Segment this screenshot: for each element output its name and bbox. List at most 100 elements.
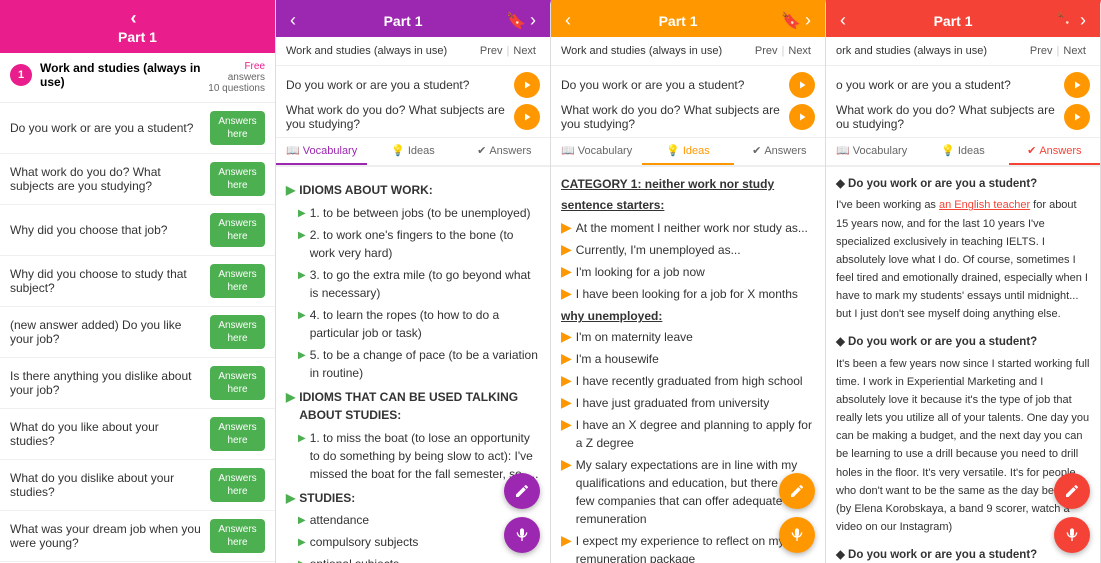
question-text: Is there anything you dislike about your… xyxy=(10,369,210,397)
panel4-mic-fab[interactable] xyxy=(1054,517,1090,553)
panel3-nav: Work and studies (always in use) Prev | … xyxy=(551,37,825,66)
panel3-q1-play[interactable] xyxy=(789,72,815,98)
panel2-content-area: ▶IDIOMS ABOUT WORK: ▶1. to be between job… xyxy=(276,167,550,563)
panel3-prev-btn[interactable]: Prev xyxy=(751,43,782,59)
panel2-mic-fab[interactable] xyxy=(504,517,540,553)
list-item: Why did you choose that job?Answers here xyxy=(0,205,275,256)
panel2-header: ‹ Part 1 🔖 › xyxy=(276,4,550,37)
ideas-category: CATEGORY 1: neither work nor study xyxy=(561,175,815,194)
panel3-fwd-icon[interactable]: › xyxy=(801,10,815,31)
answers-button[interactable]: Answers here xyxy=(210,213,265,247)
vocab-section-title: ▶IDIOMS ABOUT WORK: xyxy=(286,181,540,200)
question-text: What was your dream job when you were yo… xyxy=(10,522,210,550)
vocab-item: ▶attendance xyxy=(286,511,540,529)
panel4-nav: ork and studies (always in use) Prev | N… xyxy=(826,37,1100,66)
list-item: Why did you choose to study that subject… xyxy=(0,256,275,307)
panel2-q1: Do you work or are you a student? xyxy=(286,72,540,98)
panel2-bookmark-icon[interactable]: 🔖 xyxy=(506,11,526,31)
list-item: Do you work or are you a student?Answers… xyxy=(0,103,275,154)
tab4-vocabulary[interactable]: 📖 Vocabulary xyxy=(826,138,917,165)
answers-button[interactable]: Answers here xyxy=(210,162,265,196)
panel2-q1-play[interactable] xyxy=(514,72,540,98)
vocab-item: ▶1. to be between jobs (to be unemployed… xyxy=(286,204,540,222)
answers-button[interactable]: Answers here xyxy=(210,519,265,553)
list-item: What do you like about your studies?Answ… xyxy=(0,409,275,460)
question-text: Why did you choose to study that subject… xyxy=(10,267,210,295)
panel4-tabs: 📖 Vocabulary 💡 Ideas ✔ Answers xyxy=(826,138,1100,167)
panel4-q1: o you work or are you a student? xyxy=(836,72,1090,98)
answers-button[interactable]: Answers here xyxy=(210,315,265,349)
tab3-vocabulary[interactable]: 📖 Vocabulary xyxy=(551,138,642,165)
tab3-answers[interactable]: ✔ Answers xyxy=(734,138,825,165)
panel2-title: Part 1 xyxy=(300,13,506,29)
panel2-next-btn[interactable]: Next xyxy=(509,43,540,59)
answer-text: It's been a few years now since I starte… xyxy=(836,355,1090,536)
vocab-item: ▶3. to go the extra mile (to go beyond w… xyxy=(286,266,540,302)
ideas-item: ▶I have been looking for a job for X mon… xyxy=(561,285,815,303)
list-item: (new answer added) Do you like your job?… xyxy=(0,307,275,358)
panel-vocabulary: ‹ Part 1 🔖 › Work and studies (always in… xyxy=(276,0,551,563)
panel4-fwd-icon[interactable]: › xyxy=(1076,10,1090,31)
tab-ideas[interactable]: 💡 Ideas xyxy=(367,138,458,165)
panel3-mic-fab[interactable] xyxy=(779,517,815,553)
panel-answers: ‹ Part 1 🔖 › ork and studies (always in … xyxy=(826,0,1101,563)
topic-title: Work and studies (always in use) xyxy=(40,61,202,89)
ideas-item: ▶I expect my experience to reflect on my… xyxy=(561,532,815,563)
panel3-topic-label: Work and studies (always in use) xyxy=(561,45,751,57)
panel4-edit-fab[interactable] xyxy=(1054,473,1090,509)
question-text: (new answer added) Do you like your job? xyxy=(10,318,210,346)
tab-vocabulary[interactable]: 📖 Vocabulary xyxy=(276,138,367,165)
vocab-item: ▶4. to learn the ropes (to how to do a p… xyxy=(286,306,540,342)
answer-question: ◆ Do you work or are you a student? xyxy=(836,175,1090,193)
panel4-prev-btn[interactable]: Prev xyxy=(1026,43,1057,59)
tab4-ideas[interactable]: 💡 Ideas xyxy=(917,138,1008,165)
list-item: What work do you do? What subjects are y… xyxy=(0,154,275,205)
panel4-fab-container xyxy=(1054,473,1090,553)
panel3-edit-fab[interactable] xyxy=(779,473,815,509)
panel4-bookmark-icon[interactable]: 🔖 xyxy=(1056,11,1076,31)
panel2-tabs: 📖 Vocabulary 💡 Ideas ✔ Answers xyxy=(276,138,550,167)
panel2-fab-container xyxy=(504,473,540,553)
panel4-q1-play[interactable] xyxy=(1064,72,1090,98)
answer-link[interactable]: an English teacher xyxy=(939,199,1030,211)
answers-button[interactable]: Answers here xyxy=(210,111,265,145)
answers-button[interactable]: Answers here xyxy=(210,468,265,502)
panel2-edit-fab[interactable] xyxy=(504,473,540,509)
question-list: Do you work or are you a student?Answers… xyxy=(0,103,275,563)
ideas-item: ▶I have recently graduated from high sch… xyxy=(561,372,815,390)
panel2-q2: What work do you do? What subjects are y… xyxy=(286,103,540,131)
panel4-q2-play[interactable] xyxy=(1064,104,1090,130)
panel2-prev-btn[interactable]: Prev xyxy=(476,43,507,59)
vocab-item: ▶5. to be a change of pace (to be a vari… xyxy=(286,346,540,382)
panel2-fwd-icon[interactable]: › xyxy=(526,10,540,31)
tab4-answers[interactable]: ✔ Answers xyxy=(1009,138,1100,165)
answers-button[interactable]: Answers here xyxy=(210,264,265,298)
question-text: What work do you do? What subjects are y… xyxy=(10,165,210,193)
panel2-topic-label: Work and studies (always in use) xyxy=(286,45,476,57)
panel3-q2-play[interactable] xyxy=(789,104,815,130)
panel3-questions: Do you work or are you a student? What w… xyxy=(551,66,825,138)
panel1-topic-bar: 1 Work and studies (always in use) Free … xyxy=(0,53,275,103)
answers-button[interactable]: Answers here xyxy=(210,417,265,451)
panel4-back-icon[interactable]: ‹ xyxy=(836,10,850,31)
tab-answers[interactable]: ✔ Answers xyxy=(459,138,550,165)
panel4-title: Part 1 xyxy=(850,13,1056,29)
panel2-back-icon[interactable]: ‹ xyxy=(286,10,300,31)
panel2-q2-play[interactable] xyxy=(514,104,540,130)
ideas-item: ▶At the moment I neither work nor study … xyxy=(561,219,815,237)
panel1-title: Part 1 xyxy=(118,29,157,45)
vocab-section-title: ▶IDIOMS THAT CAN BE USED TALKING ABOUT S… xyxy=(286,388,540,425)
tab3-ideas[interactable]: 💡 Ideas xyxy=(642,138,733,165)
panel3-bookmark-icon[interactable]: 🔖 xyxy=(781,11,801,31)
answer-question: ◆ Do you work or are you a student? xyxy=(836,333,1090,351)
panel3-next-btn[interactable]: Next xyxy=(784,43,815,59)
panel3-tabs: 📖 Vocabulary 💡 Ideas ✔ Answers xyxy=(551,138,825,167)
panel3-title: Part 1 xyxy=(575,13,781,29)
list-item: What do you dislike about your studies?A… xyxy=(0,460,275,511)
panel3-back-icon[interactable]: ‹ xyxy=(561,10,575,31)
question-text: Do you work or are you a student? xyxy=(10,121,210,135)
panel1-back-icon[interactable]: ‹ xyxy=(131,8,137,29)
panel3-fab-container xyxy=(779,473,815,553)
panel4-next-btn[interactable]: Next xyxy=(1059,43,1090,59)
answers-button[interactable]: Answers here xyxy=(210,366,265,400)
